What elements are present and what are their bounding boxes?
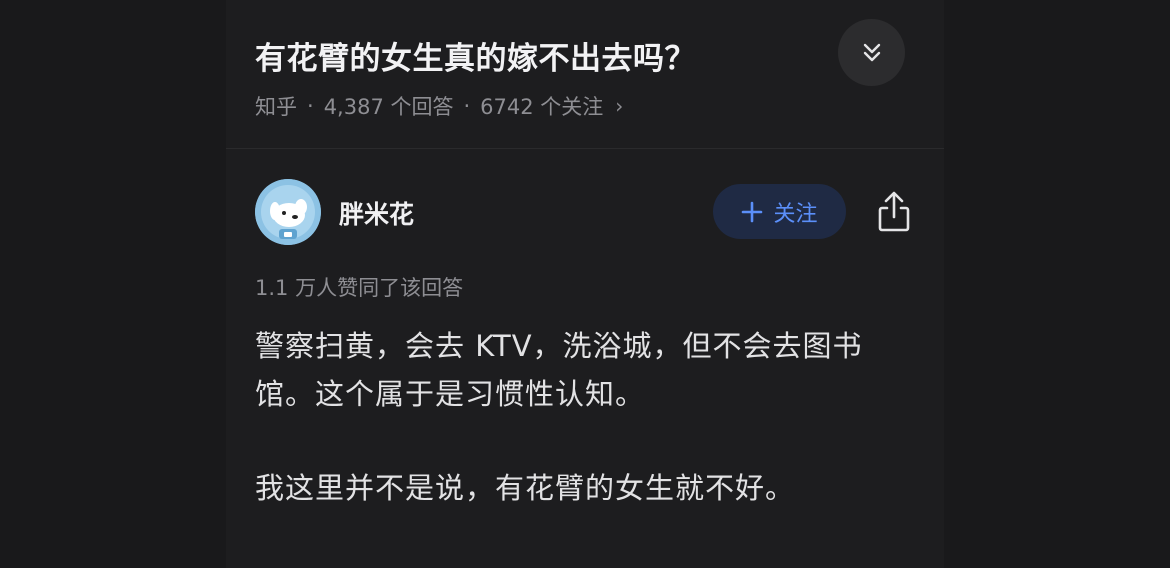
right-backdrop (944, 0, 1170, 568)
question-title[interactable]: 有花臂的女生真的嫁不出去吗？ (255, 33, 696, 78)
upvote-count: 1.1 万人赞同了该回答 (255, 276, 464, 300)
header-divider (226, 148, 944, 149)
share-icon (878, 191, 910, 232)
answers-count: 4,387 个回答 (323, 95, 454, 119)
answer-panel: 有花臂的女生真的嫁不出去吗？ 知乎 · 4,387 个回答 · 6742 个关注… (226, 0, 944, 568)
answer-paragraph: 我这里并不是说，有花臂的女生就不好。 (255, 471, 796, 505)
author-name[interactable]: 胖米花 (339, 195, 414, 231)
dog-avatar-icon (255, 179, 321, 245)
meta-separator: · (307, 94, 314, 118)
plus-icon (742, 201, 763, 222)
chevron-right-icon: › (615, 94, 624, 118)
follow-button[interactable]: 关注 (713, 184, 846, 239)
share-button[interactable] (874, 190, 914, 234)
followers-count: 6742 个关注 (480, 95, 604, 119)
collapse-button[interactable] (838, 19, 905, 86)
left-backdrop (0, 0, 226, 568)
follow-label: 关注 (773, 201, 818, 227)
answer-paragraph: 警察扫黄，会去 KTV，洗浴城，但不会去图书馆。这个属于是习惯性认知。 (255, 329, 863, 411)
meta-separator: · (463, 94, 471, 118)
source-label: 知乎 (255, 95, 297, 119)
avatar[interactable] (255, 179, 321, 245)
answer-body[interactable]: 警察扫黄，会去 KTV，洗浴城，但不会去图书馆。这个属于是习惯性认知。 我这里并… (255, 322, 905, 558)
question-meta[interactable]: 知乎 · 4,387 个回答 · 6742 个关注 › (255, 91, 623, 121)
double-chevron-down-icon (863, 43, 880, 61)
